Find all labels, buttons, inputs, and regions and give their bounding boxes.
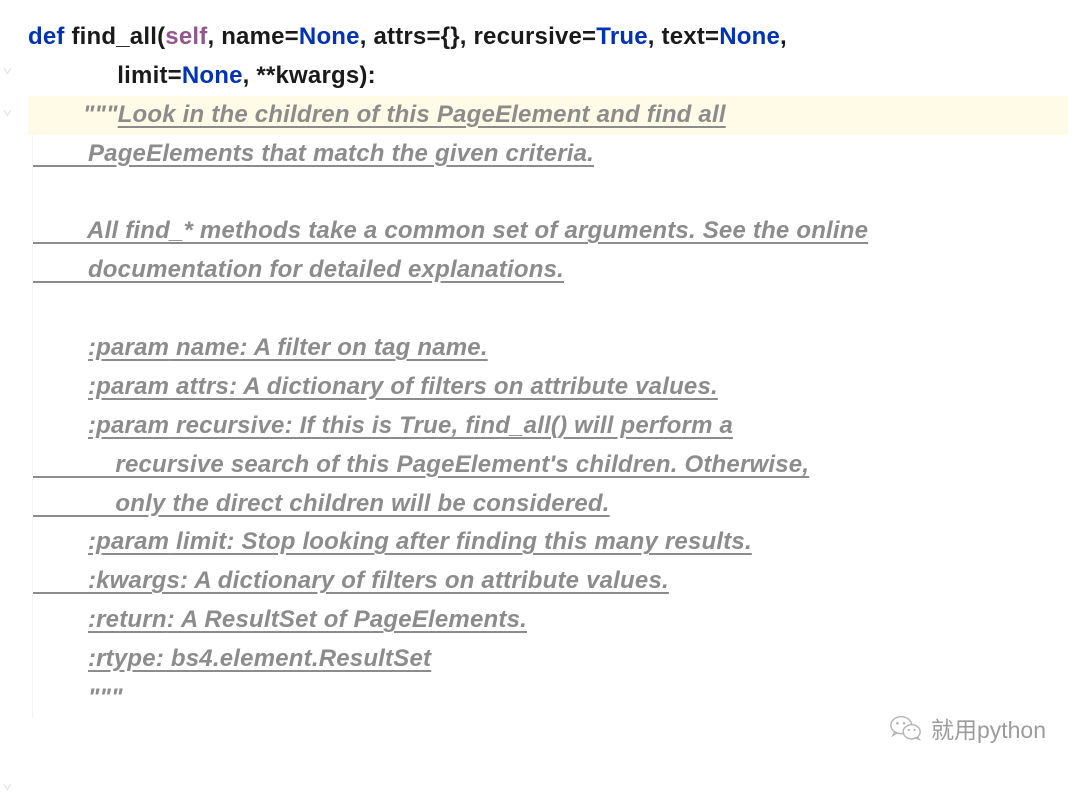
gutter-fold-mark: ⌄ bbox=[2, 56, 13, 77]
keyword-none: None bbox=[299, 23, 360, 50]
docstring-return: :return: A ResultSet of PageElements. bbox=[32, 601, 1068, 640]
docstring-tag-param: :param bbox=[88, 334, 169, 361]
watermark-text: 就用python bbox=[931, 711, 1046, 745]
docstring-param: :param name: A filter on tag name. bbox=[32, 329, 1068, 368]
keyword-none: None bbox=[182, 62, 243, 89]
code-line-def-cont: limit=None, **kwargs): bbox=[28, 57, 1068, 96]
docstring-tag-param: :param bbox=[88, 528, 169, 555]
docstring-tag-param: :param bbox=[88, 412, 169, 439]
docstring-line: only the direct children will be conside… bbox=[32, 485, 1068, 524]
docstring-line: :kwargs: A dictionary of filters on attr… bbox=[32, 562, 1068, 601]
docstring-line: All find_* methods take a common set of … bbox=[32, 212, 1068, 251]
keyword-true: True bbox=[596, 23, 647, 50]
docstring-tag-param: :param bbox=[88, 373, 169, 400]
docstring-blank bbox=[32, 290, 1068, 329]
docstring-blank bbox=[32, 174, 1068, 213]
gutter-fold-mark: ⌄ bbox=[2, 98, 13, 119]
docstring-param: :param limit: Stop looking after finding… bbox=[32, 523, 1068, 562]
docstring-line: recursive search of this PageElement's c… bbox=[32, 446, 1068, 485]
docstring-tag-return: :return bbox=[88, 606, 167, 633]
keyword-self: self bbox=[165, 23, 207, 50]
keyword-none: None bbox=[719, 23, 780, 50]
code-editor-pane: def find_all(self, name=None, attrs={}, … bbox=[0, 0, 1080, 718]
wechat-icon bbox=[889, 711, 923, 745]
docstring-line-highlighted: """Look in the children of this PageElem… bbox=[28, 96, 1068, 135]
gutter-fold-mark: ⌄ bbox=[2, 772, 13, 793]
docstring-line: documentation for detailed explanations. bbox=[32, 251, 1068, 290]
docstring-tag-rtype: :rtype bbox=[88, 645, 156, 672]
docstring-param: :param recursive: If this is True, find_… bbox=[32, 407, 1068, 446]
code-line-def: def find_all(self, name=None, attrs={}, … bbox=[28, 18, 1068, 57]
docstring-line: PageElements that match the given criter… bbox=[32, 135, 1068, 174]
keyword-def: def bbox=[28, 23, 71, 50]
watermark: 就用python bbox=[889, 711, 1046, 745]
docstring-param: :param attrs: A dictionary of filters on… bbox=[32, 368, 1068, 407]
function-name: find_all bbox=[71, 23, 157, 50]
docstring-rtype: :rtype: bs4.element.ResultSet bbox=[32, 640, 1068, 679]
